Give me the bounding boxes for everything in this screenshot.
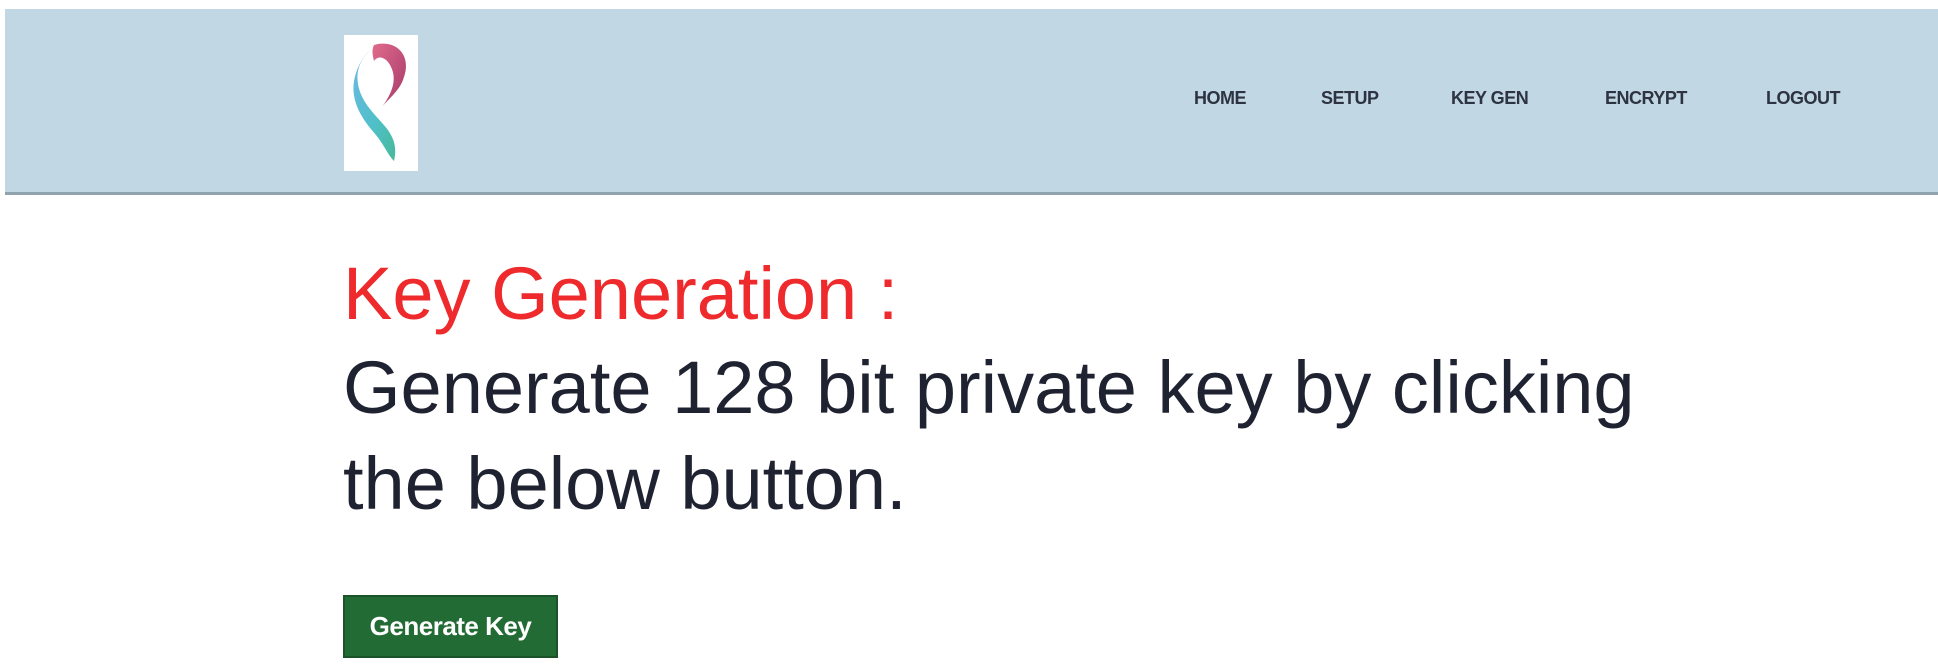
nav-item-key-gen[interactable]: KEY GEN <box>1451 88 1529 109</box>
instruction-text: Generate 128 bit private key by clicking… <box>343 346 1635 525</box>
main-content: Key Generation : Generate 128 bit privat… <box>343 248 1843 532</box>
main-nav: HOME SETUP KEY GEN ENCRYPT LOGOUT <box>5 88 1938 118</box>
generate-key-button[interactable]: Generate Key <box>343 595 558 658</box>
nav-item-logout[interactable]: LOGOUT <box>1766 88 1841 109</box>
navbar: HOME SETUP KEY GEN ENCRYPT LOGOUT <box>5 9 1938 195</box>
nav-item-home[interactable]: HOME <box>1194 88 1247 109</box>
top-margin <box>0 0 1938 9</box>
nav-item-setup[interactable]: SETUP <box>1321 88 1379 109</box>
nav-item-encrypt[interactable]: ENCRYPT <box>1605 88 1687 109</box>
page-title: Key Generation : <box>343 252 899 335</box>
page: HOME SETUP KEY GEN ENCRYPT LOGOUT Key Ge… <box>0 0 1938 666</box>
